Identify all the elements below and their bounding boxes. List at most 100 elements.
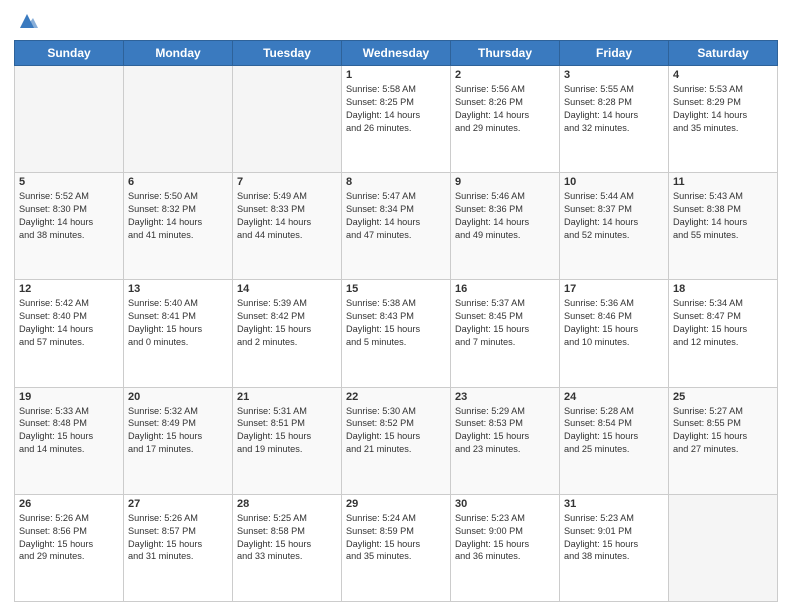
col-header-friday: Friday bbox=[560, 41, 669, 66]
day-info: Sunrise: 5:50 AM Sunset: 8:32 PM Dayligh… bbox=[128, 190, 228, 242]
calendar-cell: 1 Sunrise: 5:58 AM Sunset: 8:25 PM Daylig… bbox=[342, 66, 451, 173]
col-header-saturday: Saturday bbox=[669, 41, 778, 66]
day-info: Sunrise: 5:31 AM Sunset: 8:51 PM Dayligh… bbox=[237, 405, 337, 457]
day-number: 26 bbox=[19, 498, 119, 510]
day-number: 15 bbox=[346, 283, 446, 295]
day-number: 12 bbox=[19, 283, 119, 295]
day-info: Sunrise: 5:40 AM Sunset: 8:41 PM Dayligh… bbox=[128, 297, 228, 349]
day-info: Sunrise: 5:46 AM Sunset: 8:36 PM Dayligh… bbox=[455, 190, 555, 242]
calendar-cell: 18 Sunrise: 5:34 AM Sunset: 8:47 PM Dayli… bbox=[669, 280, 778, 387]
col-header-wednesday: Wednesday bbox=[342, 41, 451, 66]
day-number: 13 bbox=[128, 283, 228, 295]
logo-icon bbox=[16, 10, 38, 32]
calendar-cell: 29 Sunrise: 5:24 AM Sunset: 8:59 PM Dayli… bbox=[342, 494, 451, 601]
calendar-cell: 14 Sunrise: 5:39 AM Sunset: 8:42 PM Dayli… bbox=[233, 280, 342, 387]
day-number: 21 bbox=[237, 391, 337, 403]
calendar-cell: 12 Sunrise: 5:42 AM Sunset: 8:40 PM Dayli… bbox=[15, 280, 124, 387]
day-number: 27 bbox=[128, 498, 228, 510]
calendar-cell: 24 Sunrise: 5:28 AM Sunset: 8:54 PM Dayli… bbox=[560, 387, 669, 494]
calendar-cell bbox=[124, 66, 233, 173]
calendar-cell bbox=[233, 66, 342, 173]
calendar-cell: 2Sunrise: 5:56 AM Sunset: 8:26 PM Daylig… bbox=[451, 66, 560, 173]
day-info: Sunrise: 5:58 AM Sunset: 8:25 PM Dayligh… bbox=[346, 83, 446, 135]
calendar-cell: 6 Sunrise: 5:50 AM Sunset: 8:32 PM Daylig… bbox=[124, 173, 233, 280]
day-info: Sunrise: 5:26 AM Sunset: 8:56 PM Dayligh… bbox=[19, 512, 119, 564]
day-info: Sunrise: 5:37 AM Sunset: 8:45 PM Dayligh… bbox=[455, 297, 555, 349]
day-info: Sunrise: 5:49 AM Sunset: 8:33 PM Dayligh… bbox=[237, 190, 337, 242]
logo bbox=[14, 10, 38, 32]
day-info: Sunrise: 5:23 AM Sunset: 9:01 PM Dayligh… bbox=[564, 512, 664, 564]
day-info: Sunrise: 5:26 AM Sunset: 8:57 PM Dayligh… bbox=[128, 512, 228, 564]
calendar-cell: 5Sunrise: 5:52 AM Sunset: 8:30 PM Daylig… bbox=[15, 173, 124, 280]
day-number: 17 bbox=[564, 283, 664, 295]
calendar-cell: 25 Sunrise: 5:27 AM Sunset: 8:55 PM Dayli… bbox=[669, 387, 778, 494]
day-number: 5 bbox=[19, 176, 119, 188]
calendar-cell: 4 Sunrise: 5:53 AM Sunset: 8:29 PM Daylig… bbox=[669, 66, 778, 173]
calendar-cell bbox=[15, 66, 124, 173]
day-info: Sunrise: 5:47 AM Sunset: 8:34 PM Dayligh… bbox=[346, 190, 446, 242]
day-number: 28 bbox=[237, 498, 337, 510]
day-number: 8 bbox=[346, 176, 446, 188]
day-number: 9 bbox=[455, 176, 555, 188]
calendar-cell: 27 Sunrise: 5:26 AM Sunset: 8:57 PM Dayli… bbox=[124, 494, 233, 601]
day-number: 22 bbox=[346, 391, 446, 403]
calendar-cell: 7 Sunrise: 5:49 AM Sunset: 8:33 PM Daylig… bbox=[233, 173, 342, 280]
calendar-cell: 21 Sunrise: 5:31 AM Sunset: 8:51 PM Dayli… bbox=[233, 387, 342, 494]
calendar-cell: 28 Sunrise: 5:25 AM Sunset: 8:58 PM Dayli… bbox=[233, 494, 342, 601]
calendar-cell: 20Sunrise: 5:32 AM Sunset: 8:49 PM Dayli… bbox=[124, 387, 233, 494]
day-number: 30 bbox=[455, 498, 555, 510]
col-header-tuesday: Tuesday bbox=[233, 41, 342, 66]
day-info: Sunrise: 5:29 AM Sunset: 8:53 PM Dayligh… bbox=[455, 405, 555, 457]
page: SundayMondayTuesdayWednesdayThursdayFrid… bbox=[0, 0, 792, 612]
calendar-cell: 8 Sunrise: 5:47 AM Sunset: 8:34 PM Daylig… bbox=[342, 173, 451, 280]
day-number: 14 bbox=[237, 283, 337, 295]
day-number: 3 bbox=[564, 69, 664, 81]
header bbox=[14, 10, 778, 32]
calendar-cell: 26 Sunrise: 5:26 AM Sunset: 8:56 PM Dayli… bbox=[15, 494, 124, 601]
day-info: Sunrise: 5:43 AM Sunset: 8:38 PM Dayligh… bbox=[673, 190, 773, 242]
day-number: 1 bbox=[346, 69, 446, 81]
calendar-cell: 10 Sunrise: 5:44 AM Sunset: 8:37 PM Dayli… bbox=[560, 173, 669, 280]
col-header-sunday: Sunday bbox=[15, 41, 124, 66]
day-info: Sunrise: 5:39 AM Sunset: 8:42 PM Dayligh… bbox=[237, 297, 337, 349]
day-number: 19 bbox=[19, 391, 119, 403]
calendar-cell: 31 Sunrise: 5:23 AM Sunset: 9:01 PM Dayli… bbox=[560, 494, 669, 601]
calendar-cell: 19 Sunrise: 5:33 AM Sunset: 8:48 PM Dayli… bbox=[15, 387, 124, 494]
calendar-cell: 23 Sunrise: 5:29 AM Sunset: 8:53 PM Dayli… bbox=[451, 387, 560, 494]
day-info: Sunrise: 5:24 AM Sunset: 8:59 PM Dayligh… bbox=[346, 512, 446, 564]
day-info: Sunrise: 5:36 AM Sunset: 8:46 PM Dayligh… bbox=[564, 297, 664, 349]
day-info: Sunrise: 5:27 AM Sunset: 8:55 PM Dayligh… bbox=[673, 405, 773, 457]
day-info: Sunrise: 5:34 AM Sunset: 8:47 PM Dayligh… bbox=[673, 297, 773, 349]
day-info: Sunrise: 5:25 AM Sunset: 8:58 PM Dayligh… bbox=[237, 512, 337, 564]
day-number: 25 bbox=[673, 391, 773, 403]
calendar-cell: 3 Sunrise: 5:55 AM Sunset: 8:28 PM Daylig… bbox=[560, 66, 669, 173]
col-header-thursday: Thursday bbox=[451, 41, 560, 66]
calendar-cell: 15Sunrise: 5:38 AM Sunset: 8:43 PM Dayli… bbox=[342, 280, 451, 387]
day-info: Sunrise: 5:33 AM Sunset: 8:48 PM Dayligh… bbox=[19, 405, 119, 457]
day-info: Sunrise: 5:28 AM Sunset: 8:54 PM Dayligh… bbox=[564, 405, 664, 457]
day-number: 20 bbox=[128, 391, 228, 403]
day-number: 29 bbox=[346, 498, 446, 510]
day-info: Sunrise: 5:23 AM Sunset: 9:00 PM Dayligh… bbox=[455, 512, 555, 564]
calendar-cell bbox=[669, 494, 778, 601]
day-number: 18 bbox=[673, 283, 773, 295]
day-info: Sunrise: 5:44 AM Sunset: 8:37 PM Dayligh… bbox=[564, 190, 664, 242]
day-info: Sunrise: 5:30 AM Sunset: 8:52 PM Dayligh… bbox=[346, 405, 446, 457]
day-number: 4 bbox=[673, 69, 773, 81]
col-header-monday: Monday bbox=[124, 41, 233, 66]
day-number: 31 bbox=[564, 498, 664, 510]
calendar-cell: 17 Sunrise: 5:36 AM Sunset: 8:46 PM Dayli… bbox=[560, 280, 669, 387]
calendar-table: SundayMondayTuesdayWednesdayThursdayFrid… bbox=[14, 40, 778, 602]
day-number: 2 bbox=[455, 69, 555, 81]
day-number: 23 bbox=[455, 391, 555, 403]
day-number: 7 bbox=[237, 176, 337, 188]
calendar-cell: 13 Sunrise: 5:40 AM Sunset: 8:41 PM Dayli… bbox=[124, 280, 233, 387]
day-number: 10 bbox=[564, 176, 664, 188]
calendar-cell: 16Sunrise: 5:37 AM Sunset: 8:45 PM Dayli… bbox=[451, 280, 560, 387]
day-number: 24 bbox=[564, 391, 664, 403]
day-info: Sunrise: 5:55 AM Sunset: 8:28 PM Dayligh… bbox=[564, 83, 664, 135]
day-info: Sunrise: 5:42 AM Sunset: 8:40 PM Dayligh… bbox=[19, 297, 119, 349]
day-number: 6 bbox=[128, 176, 228, 188]
calendar-cell: 9 Sunrise: 5:46 AM Sunset: 8:36 PM Daylig… bbox=[451, 173, 560, 280]
day-info: Sunrise: 5:53 AM Sunset: 8:29 PM Dayligh… bbox=[673, 83, 773, 135]
